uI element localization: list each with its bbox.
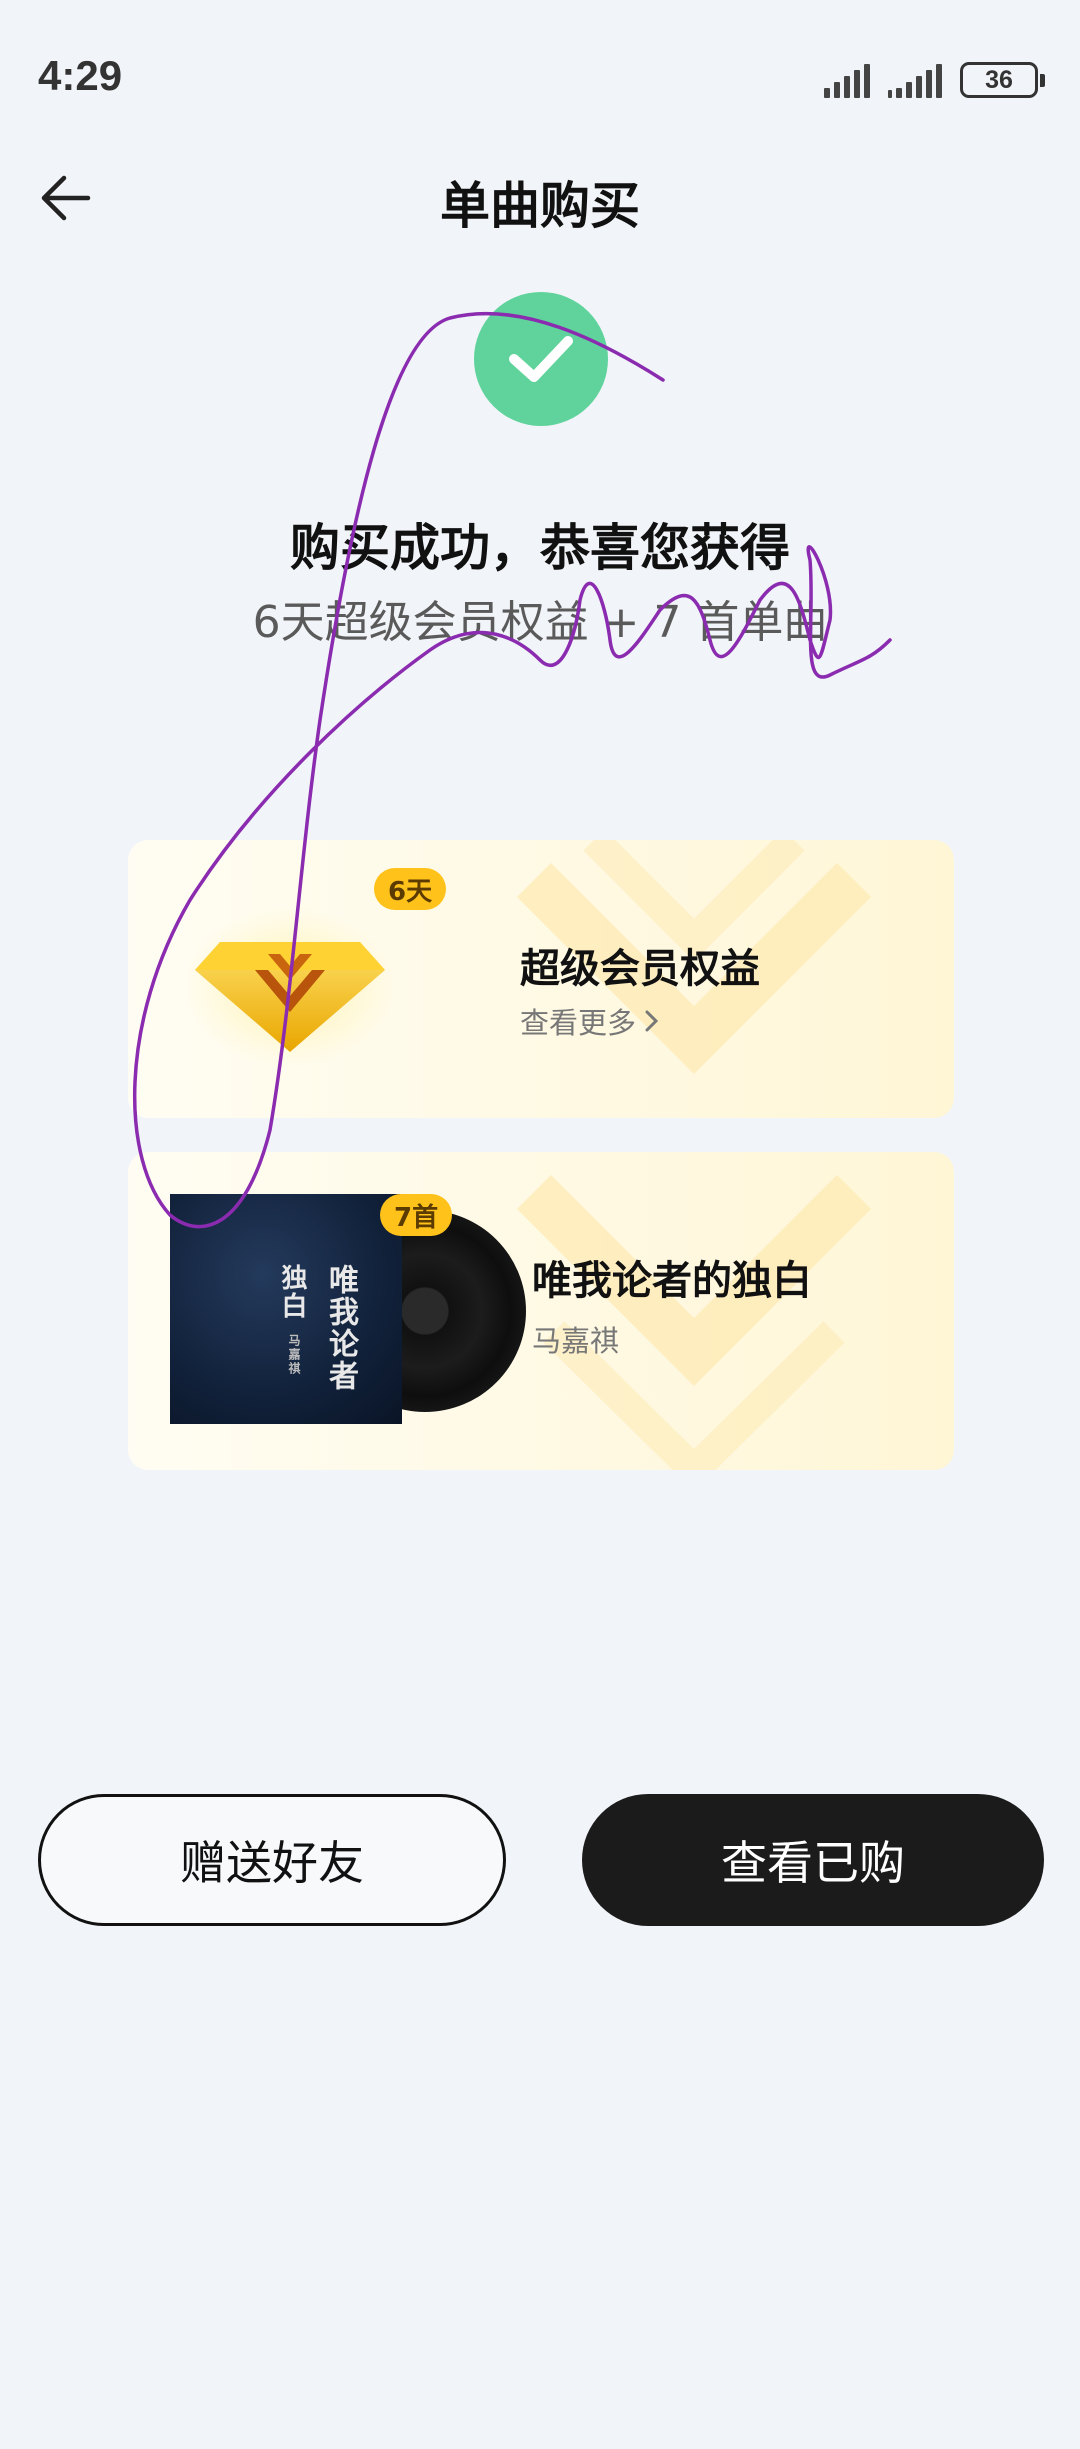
status-icons: 36 <box>824 58 1045 102</box>
gift-friend-button[interactable]: 赠送好友 <box>38 1794 506 1926</box>
chevron-right-icon <box>645 1010 659 1032</box>
signal-icon <box>824 62 874 98</box>
status-time: 4:29 <box>38 52 123 99</box>
see-more-label: 查看更多 <box>520 1006 637 1040</box>
membership-card[interactable]: 6天 超级会员权益 查看更多 <box>128 840 954 1118</box>
success-subtitle: 6天超级会员权益 + 7 首单曲 <box>252 597 828 648</box>
count-badge: 7首 <box>380 1194 453 1236</box>
song-artist: 马嘉祺 <box>532 1324 620 1358</box>
album-cover: 唯我论者 独白 马嘉祺 <box>170 1194 402 1424</box>
album-art-title2: 独白 <box>277 1264 307 1320</box>
diamond-icon <box>185 907 395 1067</box>
see-more-link[interactable]: 查看更多 <box>520 1000 662 1042</box>
membership-title: 超级会员权益 <box>520 946 760 992</box>
card-pattern-icon-2 <box>517 1175 871 1470</box>
status-bar: 4:29 36 <box>0 0 1080 160</box>
header: 单曲购买 <box>0 150 1080 250</box>
days-badge: 6天 <box>374 868 447 910</box>
signal-icon-2 <box>888 62 946 98</box>
song-title: 唯我论者的独白 <box>532 1258 812 1304</box>
view-purchased-button[interactable]: 查看已购 <box>582 1794 1044 1926</box>
album-art-artist: 马嘉祺 <box>287 1334 301 1376</box>
album-art-title: 唯我论者 <box>323 1264 358 1392</box>
battery-icon: 36 <box>960 62 1045 98</box>
single-card[interactable]: 唯我论者 独白 马嘉祺 7首 唯我论者的独白 马嘉祺 <box>128 1152 954 1470</box>
page-title: 单曲购买 <box>440 177 640 235</box>
check-circle-icon <box>474 292 608 426</box>
success-title: 购买成功，恭喜您获得 <box>290 519 790 577</box>
